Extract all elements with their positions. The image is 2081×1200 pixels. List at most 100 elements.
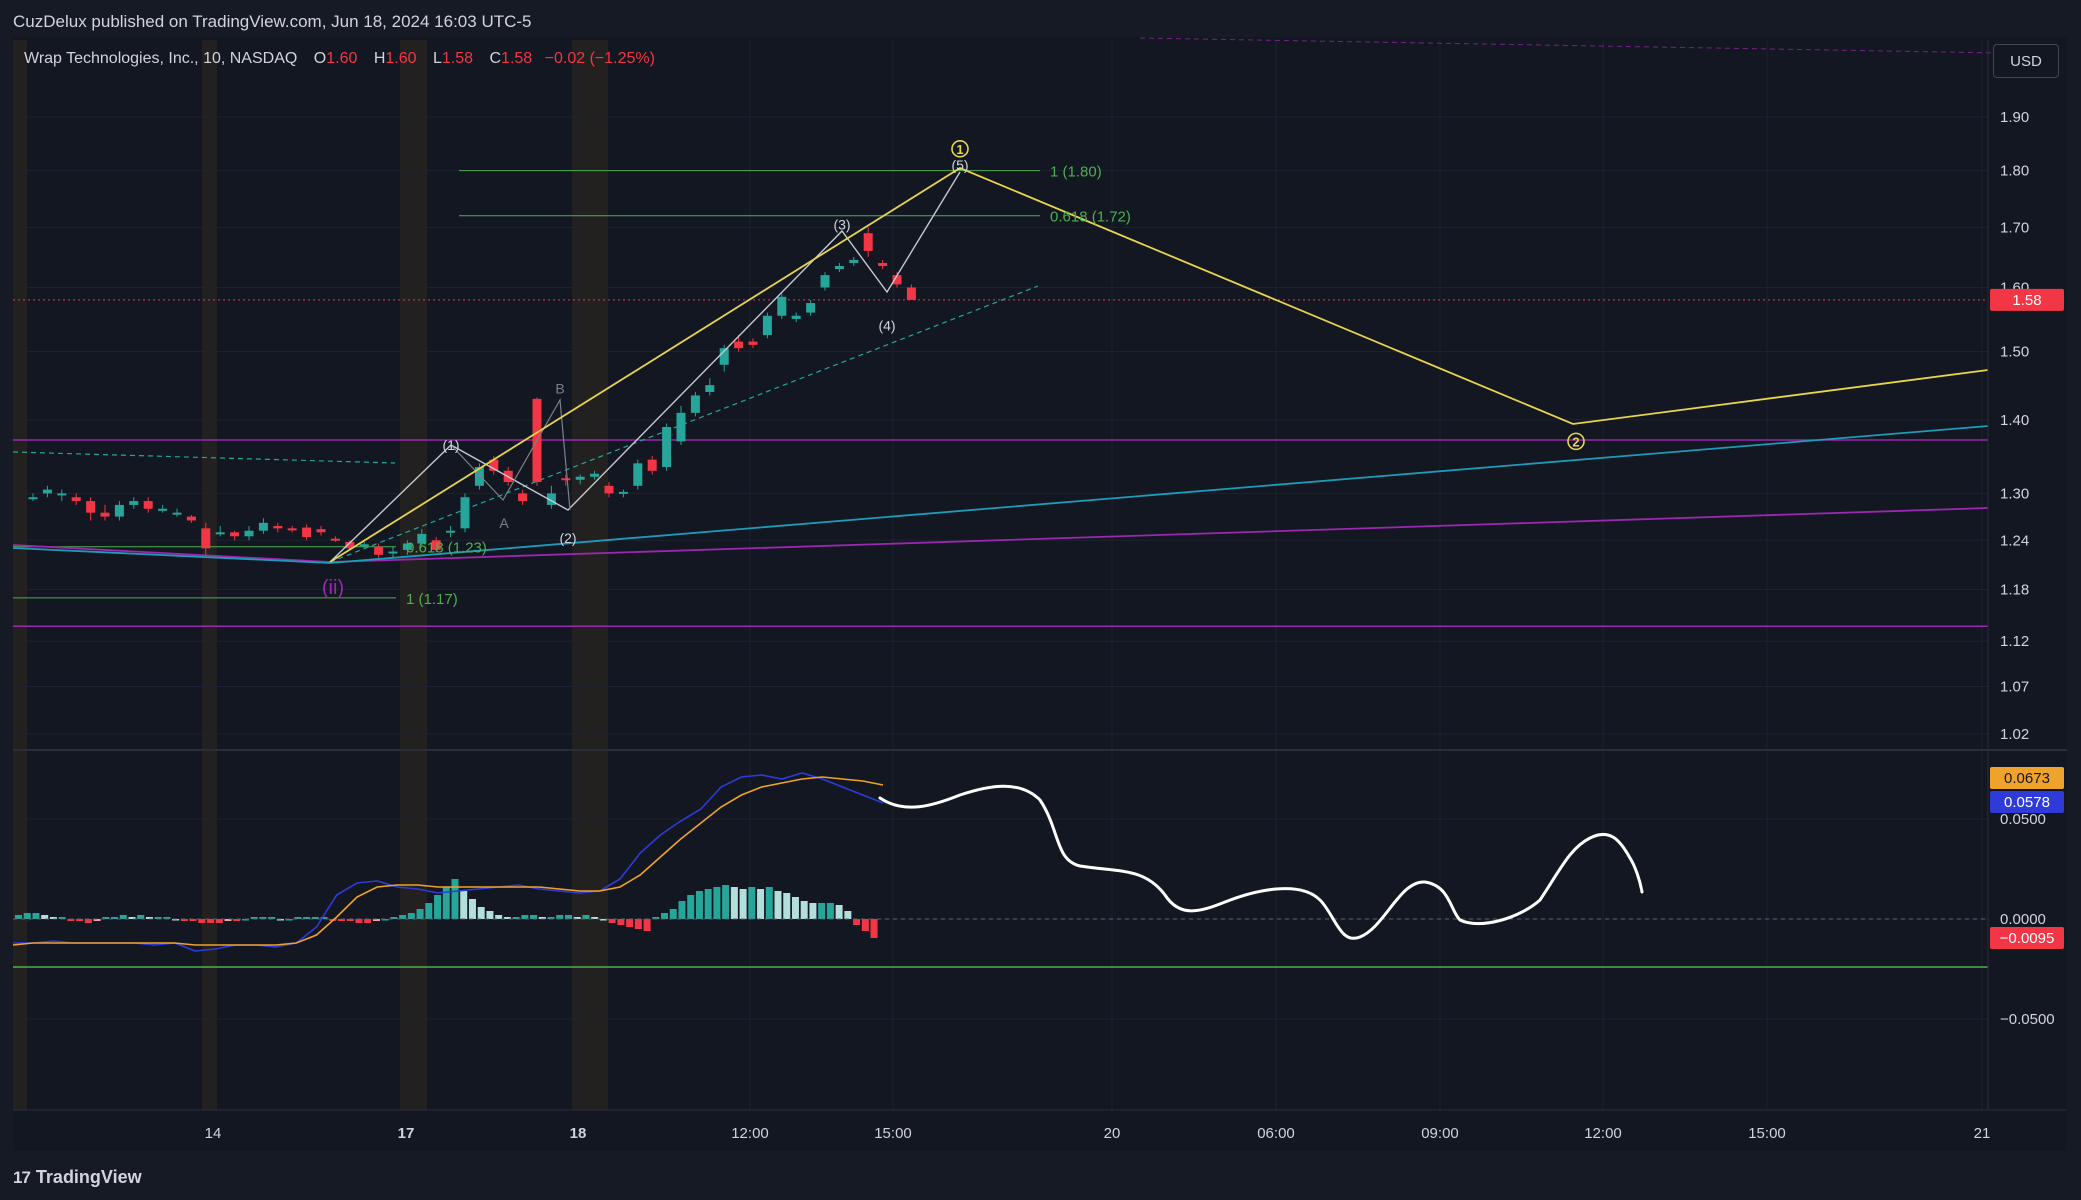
signal-line bbox=[12, 776, 884, 946]
macd-hist-bar-46 bbox=[416, 909, 424, 919]
wave-label-2: (3) bbox=[833, 216, 850, 232]
candle-body-57 bbox=[849, 259, 859, 263]
candle-body-30 bbox=[460, 497, 470, 529]
candle-body-37 bbox=[561, 478, 571, 481]
macd-hist-bar-93 bbox=[826, 903, 834, 919]
candle-body-0 bbox=[28, 497, 38, 500]
price-tick-label-2: 1.70 bbox=[2000, 219, 2029, 236]
candle-body-6 bbox=[114, 504, 124, 517]
macd-hist-bar-14 bbox=[137, 915, 145, 919]
fib-level-label-3: 1 (1.17) bbox=[406, 591, 458, 608]
macd-hist-bar-80 bbox=[713, 887, 721, 919]
candle-body-9 bbox=[158, 508, 168, 511]
macd-hist-bar-50 bbox=[451, 879, 459, 919]
macd-hist-bar-91 bbox=[809, 903, 817, 919]
candle-body-16 bbox=[258, 522, 268, 531]
candle-body-25 bbox=[388, 551, 398, 554]
macd-hist-bar-39 bbox=[355, 919, 363, 923]
macd-hist-bar-83 bbox=[739, 889, 747, 919]
macd-hist-bar-82 bbox=[730, 887, 738, 919]
candle-body-13 bbox=[215, 532, 225, 535]
macd-hist-bar-71 bbox=[634, 919, 642, 929]
signal-value-badge: 0.0673 bbox=[2004, 770, 2050, 787]
macd-hist-bar-96 bbox=[853, 919, 861, 925]
macd-hist-bar-88 bbox=[783, 893, 791, 919]
price-tick-label-6: 1.30 bbox=[2000, 485, 2029, 502]
session-shading bbox=[13, 40, 608, 1110]
open-value: 1.60 bbox=[326, 50, 358, 67]
macd-hist-bar-0 bbox=[15, 915, 22, 919]
fib-level-label-1: 0.618 (1.72) bbox=[1050, 209, 1131, 226]
candle-body-20 bbox=[316, 529, 326, 533]
macd-hist-bar-81 bbox=[722, 885, 730, 919]
macd-hist-bar-68 bbox=[608, 919, 616, 923]
tradingview-logo-icon: 17 bbox=[13, 1168, 31, 1187]
time-tick-label-1: 17 bbox=[398, 1125, 415, 1142]
price-tick-label-8: 1.18 bbox=[2000, 581, 2029, 598]
macd-hist-bar-2 bbox=[32, 913, 40, 919]
session-band-3 bbox=[572, 40, 608, 1110]
tradingview-logo-text: TradingView bbox=[35, 1167, 142, 1187]
price-tick-label-4: 1.50 bbox=[2000, 343, 2029, 360]
macd-hist-bar-45 bbox=[407, 913, 415, 919]
cyan-trend-line bbox=[12, 425, 1989, 564]
close-label: C bbox=[489, 50, 502, 67]
wave-label-6: B bbox=[555, 381, 564, 397]
macd-hist-bar-63 bbox=[564, 915, 572, 919]
candle-body-23 bbox=[359, 544, 369, 547]
macd-hist-bar-59 bbox=[530, 915, 538, 919]
price-tick-label-7: 1.24 bbox=[2000, 532, 2029, 549]
macd-hist-bar-75 bbox=[669, 909, 677, 919]
macd-hist-bar-78 bbox=[695, 891, 703, 919]
candle-body-43 bbox=[647, 459, 657, 471]
macd-hist-bar-70 bbox=[626, 919, 634, 927]
macd-hist-bar-12 bbox=[119, 915, 127, 919]
chart-svg[interactable]: 1.90 1.80 1.70 1.60 1.50 1.40 1.30 1.24 1.18 1.12… bbox=[0, 0, 2081, 1200]
low-value: 1.58 bbox=[441, 50, 474, 67]
time-tick-label-7: 09:00 bbox=[1421, 1125, 1459, 1142]
fib-level-label-0: 1 (1.80) bbox=[1050, 164, 1102, 181]
session-band-2 bbox=[400, 40, 427, 1110]
price-tick-label-0: 1.90 bbox=[2000, 109, 2029, 126]
candle-body-46 bbox=[690, 395, 700, 413]
purple-dashed-top-line bbox=[1139, 37, 2001, 54]
wave-label-0: (1) bbox=[442, 437, 459, 453]
wave-label-1: (2) bbox=[559, 530, 576, 546]
candle-body-58 bbox=[863, 233, 873, 251]
macd-hist-bar-3 bbox=[41, 915, 49, 919]
open-label: O bbox=[313, 50, 327, 67]
macd-hist-bar-21 bbox=[198, 919, 206, 923]
high-value: 1.60 bbox=[385, 50, 417, 67]
macd-hist-bar-69 bbox=[617, 919, 625, 925]
annotations: 1 (1.80) 0.618 (1.72) 0.618 (1.23) 1 (1.17)… bbox=[322, 140, 1585, 608]
high-label: H bbox=[373, 50, 386, 67]
candle-body-14 bbox=[230, 532, 240, 537]
macd-hist-bar-44 bbox=[399, 915, 407, 919]
candle-body-5 bbox=[100, 512, 110, 517]
macd-value-badge: 0.0578 bbox=[2004, 794, 2050, 811]
price-tick-label-11: 1.02 bbox=[2000, 726, 2029, 743]
macd-hist-bar-79 bbox=[704, 889, 712, 919]
drawing-lines bbox=[12, 37, 2001, 628]
time-tick-label-8: 12:00 bbox=[1584, 1125, 1622, 1142]
change-value: −0.02 (−1.25%) bbox=[544, 50, 655, 67]
candle-body-52 bbox=[777, 296, 787, 316]
time-tick-label-0: 14 bbox=[205, 1125, 222, 1142]
macd-hist-bar-90 bbox=[800, 901, 808, 919]
macd-hist-bar-72 bbox=[643, 919, 651, 931]
currency-button[interactable]: USD bbox=[1993, 44, 2059, 78]
macd-hist-bar-76 bbox=[678, 901, 686, 919]
macd-hist-bar-84 bbox=[748, 887, 756, 919]
macd-hist-bar-92 bbox=[818, 903, 826, 919]
time-tick-label-2: 18 bbox=[570, 1125, 587, 1142]
time-tick-label-5: 20 bbox=[1104, 1125, 1121, 1142]
candle-body-56 bbox=[834, 265, 844, 270]
last-price-badge: 1.58 bbox=[2012, 292, 2041, 309]
candle-body-11 bbox=[186, 516, 196, 521]
time-tick-label-4: 15:00 bbox=[874, 1125, 912, 1142]
tradingview-logo[interactable]: 17 TradingView bbox=[13, 1164, 142, 1190]
candle-body-15 bbox=[244, 530, 254, 537]
wave-label-1: 1 bbox=[956, 142, 963, 157]
wave-label-ii: (ii) bbox=[322, 577, 344, 599]
candle-body-2 bbox=[57, 493, 67, 496]
